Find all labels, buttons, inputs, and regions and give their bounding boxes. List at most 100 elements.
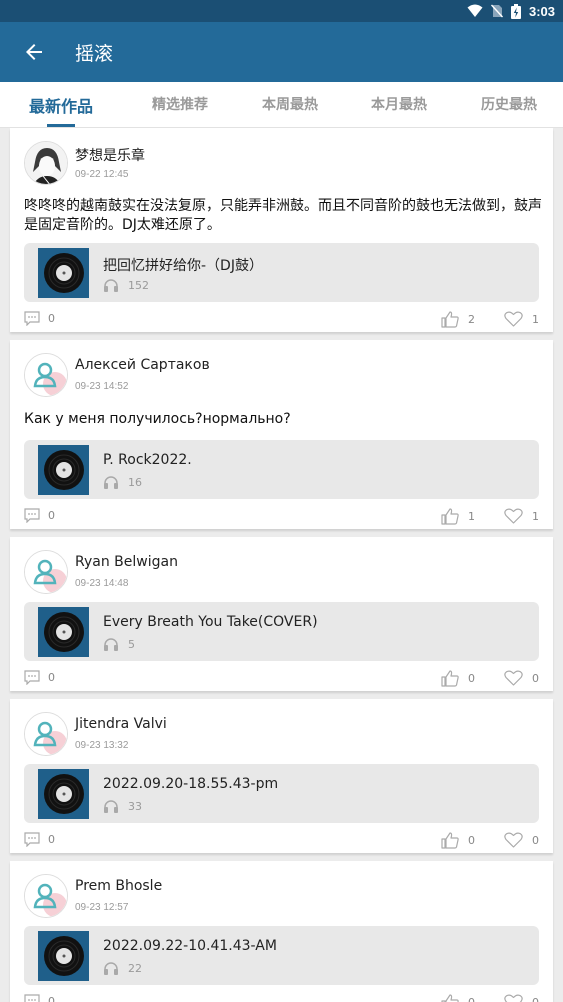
post-date: 09-23 12:57: [75, 902, 129, 913]
track-name[interactable]: Every Breath You Take(COVER): [103, 614, 318, 630]
headphones-icon: [104, 800, 118, 813]
user-avatar[interactable]: [24, 874, 68, 918]
post-content: 咚咚咚的越南鼓实在没法复原，只能弄非洲鼓。而且不同音阶的鼓也无法做到，鼓声是固定…: [24, 198, 542, 233]
page-title: 摇滚: [75, 43, 114, 65]
battery-charging-icon: [510, 3, 521, 19]
like-count: 0: [468, 834, 475, 847]
wifi-icon: [467, 4, 483, 17]
post-card[interactable]: Jitendra Valvi 09-23 13:32 2022.09.20-18…: [10, 699, 553, 853]
user-name[interactable]: Prem Bhosle: [75, 878, 162, 894]
user-name[interactable]: Jitendra Valvi: [75, 716, 167, 732]
user-name[interactable]: Алексей Сартаков: [75, 357, 210, 373]
heart-icon: [504, 994, 523, 1002]
like-button[interactable]: 1: [441, 508, 475, 525]
vinyl-record-icon: [43, 253, 84, 293]
vinyl-record-icon: [43, 774, 84, 814]
tab-alltime-hot[interactable]: 历史最热: [481, 94, 537, 114]
tab-latest[interactable]: 最新作品: [29, 93, 93, 117]
user-avatar[interactable]: [24, 353, 68, 397]
status-bar: 3:03: [0, 0, 563, 22]
track-item[interactable]: 2022.09.20-18.55.43-pm 33: [24, 764, 539, 823]
track-item[interactable]: P. Rock2022. 16: [24, 440, 539, 499]
favorite-button[interactable]: 1: [504, 508, 539, 524]
heart-icon: [504, 311, 523, 327]
post-actions: 0 1 1: [24, 508, 539, 526]
post-card[interactable]: 梦想是乐章 09-22 12:45 咚咚咚的越南鼓实在没法复原，只能弄非洲鼓。而…: [10, 128, 553, 332]
play-count-value: 5: [128, 637, 135, 651]
play-count-value: 152: [128, 278, 149, 292]
favorite-count: 0: [532, 833, 539, 847]
tab-featured[interactable]: 精选推荐: [152, 94, 208, 114]
like-count: 2: [468, 313, 475, 326]
headphones-icon: [104, 638, 118, 651]
favorite-button[interactable]: 1: [504, 311, 539, 327]
post-content: Как у меня получилось?нормально?: [24, 411, 291, 427]
track-item[interactable]: Every Breath You Take(COVER) 5: [24, 602, 539, 661]
tab-bar: 最新作品 精选推荐 本周最热 本月最热 历史最热: [0, 82, 563, 128]
like-button[interactable]: 0: [441, 994, 475, 1002]
vinyl-cover: [38, 445, 89, 495]
track-name[interactable]: 2022.09.22-10.41.43-AM: [103, 938, 277, 954]
arrow-left-icon[interactable]: [22, 40, 46, 64]
favorite-button[interactable]: 0: [504, 832, 539, 848]
like-count: 0: [468, 672, 475, 685]
like-count: 1: [468, 510, 475, 523]
vinyl-cover: [38, 931, 89, 981]
track-name[interactable]: P. Rock2022.: [103, 452, 192, 468]
comment-count: 0: [48, 833, 55, 846]
comment-button[interactable]: 0: [24, 311, 55, 326]
vinyl-record-icon: [43, 450, 84, 490]
like-button[interactable]: 2: [441, 311, 475, 328]
headphones-icon: [104, 279, 118, 292]
post-actions: 0 0 0: [24, 994, 539, 1002]
comment-icon: [24, 311, 40, 326]
tab-month-hot[interactable]: 本月最热: [371, 94, 427, 114]
post-card[interactable]: Алексей Сартаков 09-23 14:52 Как у меня …: [10, 340, 553, 529]
play-count: 22: [103, 961, 142, 975]
comment-count: 0: [48, 995, 55, 1002]
status-time: 3:03: [528, 3, 555, 19]
favorite-count: 1: [532, 312, 539, 326]
vinyl-cover: [38, 607, 89, 657]
track-name[interactable]: 2022.09.20-18.55.43-pm: [103, 776, 278, 792]
vinyl-record-icon: [43, 612, 84, 652]
headphones-icon: [104, 962, 118, 975]
comment-button[interactable]: 0: [24, 508, 55, 523]
track-name[interactable]: 把回忆拼好给你-（DJ鼓）: [103, 255, 263, 275]
vinyl-record-icon: [43, 936, 84, 976]
play-count-value: 22: [128, 961, 142, 975]
like-count: 0: [468, 996, 475, 1002]
thumbs-up-icon: [441, 832, 459, 849]
post-date: 09-23 13:32: [75, 740, 129, 751]
headphones-icon: [104, 476, 118, 489]
thumbs-up-icon: [441, 670, 459, 687]
comment-button[interactable]: 0: [24, 994, 55, 1002]
post-date: 09-22 12:45: [75, 169, 129, 180]
vinyl-cover: [38, 769, 89, 819]
user-name[interactable]: Ryan Belwigan: [75, 554, 178, 570]
favorite-button[interactable]: 0: [504, 994, 539, 1002]
app-bar: 摇滚: [0, 22, 563, 82]
favorite-button[interactable]: 0: [504, 670, 539, 686]
post-card[interactable]: Ryan Belwigan 09-23 14:48 Every Breath Y…: [10, 537, 553, 691]
user-avatar[interactable]: [24, 712, 68, 756]
user-name[interactable]: 梦想是乐章: [75, 145, 145, 165]
user-avatar[interactable]: [24, 141, 68, 185]
comment-button[interactable]: 0: [24, 670, 55, 685]
like-button[interactable]: 0: [441, 832, 475, 849]
heart-icon: [504, 670, 523, 686]
like-button[interactable]: 0: [441, 670, 475, 687]
track-item[interactable]: 把回忆拼好给你-（DJ鼓） 152: [24, 243, 539, 302]
tab-week-hot[interactable]: 本周最热: [262, 94, 318, 114]
vinyl-cover: [38, 248, 89, 298]
comment-icon: [24, 508, 40, 523]
post-card[interactable]: Prem Bhosle 09-23 12:57 2022.09.22-10.41…: [10, 861, 553, 1002]
favorite-count: 1: [532, 509, 539, 523]
user-avatar[interactable]: [24, 550, 68, 594]
comment-count: 0: [48, 312, 55, 325]
play-count: 5: [103, 637, 135, 651]
post-date: 09-23 14:52: [75, 381, 129, 392]
post-actions: 0 0 0: [24, 670, 539, 688]
track-item[interactable]: 2022.09.22-10.41.43-AM 22: [24, 926, 539, 985]
comment-button[interactable]: 0: [24, 832, 55, 847]
